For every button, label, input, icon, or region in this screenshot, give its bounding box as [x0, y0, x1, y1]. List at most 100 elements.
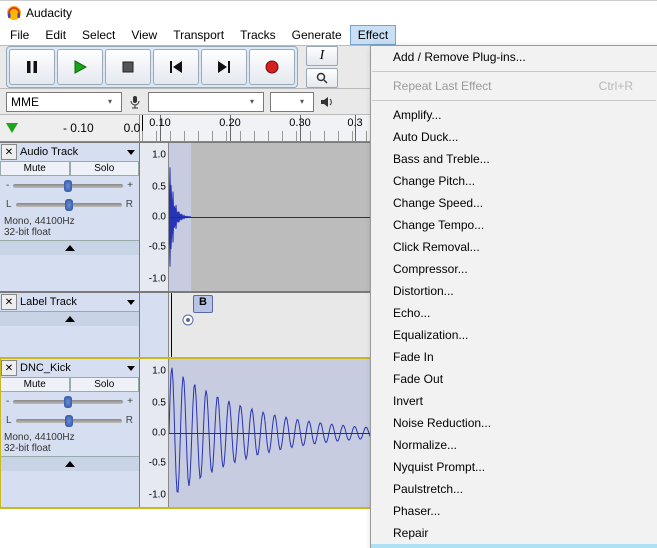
- transport-controls: [6, 46, 298, 88]
- audacity-window: Audacity FileEditSelectViewTransportTrac…: [0, 0, 657, 548]
- menu-item-label: Click Removal...: [393, 240, 480, 254]
- track-close-button[interactable]: ✕: [1, 360, 17, 376]
- menu-item-label: Compressor...: [393, 262, 468, 276]
- effect-item-fade-out[interactable]: Fade Out: [371, 368, 657, 390]
- speaker-icon: [320, 95, 334, 109]
- scale-label: 0.0: [152, 212, 166, 223]
- effect-item-normalize[interactable]: Normalize...: [371, 434, 657, 456]
- track-name[interactable]: Audio Track: [18, 145, 123, 159]
- menu-view[interactable]: View: [123, 25, 165, 45]
- track-name[interactable]: Label Track: [18, 295, 123, 309]
- audio-host-combo[interactable]: MME ▾: [6, 92, 122, 112]
- track-close-button[interactable]: ✕: [1, 294, 17, 310]
- menu-select[interactable]: Select: [74, 25, 123, 45]
- recording-channels-combo[interactable]: ▾: [270, 92, 314, 112]
- effect-item-compressor[interactable]: Compressor...: [371, 258, 657, 280]
- label-handle-icon[interactable]: [181, 313, 195, 327]
- record-button[interactable]: [249, 49, 295, 85]
- menu-effect[interactable]: Effect: [350, 25, 396, 45]
- menu-item-label: Change Speed...: [393, 196, 483, 210]
- menu-item-label: Add / Remove Plug-ins...: [393, 50, 526, 64]
- menu-shortcut: Ctrl+R: [599, 79, 633, 93]
- gain-slider[interactable]: [13, 184, 123, 188]
- ruler-tick-label: 0.20: [219, 117, 240, 129]
- menu-item-label: Change Pitch...: [393, 174, 475, 188]
- skip-start-button[interactable]: [153, 49, 199, 85]
- zoom-tool-button[interactable]: [306, 68, 338, 88]
- play-button[interactable]: [57, 49, 103, 85]
- scale-label: -1.0: [149, 274, 166, 285]
- menu-transport[interactable]: Transport: [165, 25, 232, 45]
- ruler-neg-label: - 0.10: [63, 121, 94, 135]
- menu-generate[interactable]: Generate: [284, 25, 350, 45]
- menu-item-label: Amplify...: [393, 108, 441, 122]
- track-format-info: Mono, 44100Hz32-bit float: [0, 430, 139, 456]
- ruler-tick-label: 0.10: [149, 117, 170, 129]
- effect-item-repair[interactable]: Repair: [371, 522, 657, 544]
- gain-slider[interactable]: [13, 400, 123, 404]
- effect-item-nyquist-prompt[interactable]: Nyquist Prompt...: [371, 456, 657, 478]
- track-collapse-button[interactable]: [0, 456, 139, 471]
- timeline-left: - 0.10 0.00: [0, 115, 140, 141]
- gain-plus: +: [127, 396, 133, 407]
- effect-item-invert[interactable]: Invert: [371, 390, 657, 412]
- scale-label: 1.0: [152, 365, 166, 376]
- effect-item-noise-reduction[interactable]: Noise Reduction...: [371, 412, 657, 434]
- effect-item-auto-duck[interactable]: Auto Duck...: [371, 126, 657, 148]
- solo-button[interactable]: Solo: [70, 161, 140, 176]
- track-menu-button[interactable]: [127, 150, 135, 155]
- solo-button[interactable]: Solo: [70, 377, 140, 392]
- scale-label: 0.5: [152, 182, 166, 193]
- effect-item-amplify[interactable]: Amplify...: [371, 104, 657, 126]
- menu-edit[interactable]: Edit: [37, 25, 74, 45]
- menu-item-label: Repair: [393, 526, 428, 540]
- effect-item-paulstretch[interactable]: Paulstretch...: [371, 478, 657, 500]
- selection-tool-button[interactable]: I: [306, 46, 338, 66]
- gain-minus: -: [6, 396, 9, 407]
- menu-item-label: Distortion...: [393, 284, 454, 298]
- track-collapse-button[interactable]: [0, 240, 139, 255]
- scale-label: 0.5: [152, 398, 166, 409]
- stop-button[interactable]: [105, 49, 151, 85]
- effect-item-fade-in[interactable]: Fade In: [371, 346, 657, 368]
- mute-button[interactable]: Mute: [0, 377, 70, 392]
- skip-end-button[interactable]: [201, 49, 247, 85]
- microphone-icon: [128, 95, 142, 109]
- track-close-button[interactable]: ✕: [1, 144, 17, 160]
- vertical-scale[interactable]: 1.00.50.0-0.5-1.0: [140, 143, 169, 291]
- pause-button[interactable]: [9, 49, 55, 85]
- menu-item-label: Noise Reduction...: [393, 416, 491, 430]
- playhead-marker-icon[interactable]: [6, 123, 18, 133]
- scale-label: -1.0: [149, 490, 166, 501]
- effect-item-click-removal[interactable]: Click Removal...: [371, 236, 657, 258]
- pan-slider[interactable]: [16, 203, 122, 207]
- effect-item-change-tempo[interactable]: Change Tempo...: [371, 214, 657, 236]
- effect-item-equalization[interactable]: Equalization...: [371, 324, 657, 346]
- mute-button[interactable]: Mute: [0, 161, 70, 176]
- pan-slider[interactable]: [16, 419, 122, 423]
- gain-plus: +: [127, 180, 133, 191]
- menu-item-label: Fade In: [393, 350, 434, 364]
- vertical-scale[interactable]: 1.00.50.0-0.5-1.0: [140, 359, 169, 507]
- effect-item-repeat[interactable]: Repeat...: [371, 544, 657, 548]
- effect-item-distortion[interactable]: Distortion...: [371, 280, 657, 302]
- effect-item-echo[interactable]: Echo...: [371, 302, 657, 324]
- label-marker[interactable]: B: [193, 295, 213, 313]
- pan-right-label: R: [126, 199, 133, 210]
- effect-item-change-speed[interactable]: Change Speed...: [371, 192, 657, 214]
- track-menu-button[interactable]: [127, 366, 135, 371]
- effect-item-phaser[interactable]: Phaser...: [371, 500, 657, 522]
- audio-host-value: MME: [11, 95, 103, 109]
- track-collapse-button[interactable]: [0, 311, 139, 326]
- effect-item-bass-and-treble[interactable]: Bass and Treble...: [371, 148, 657, 170]
- menu-tracks[interactable]: Tracks: [232, 25, 284, 45]
- menu-item-label: Paulstretch...: [393, 482, 463, 496]
- recording-device-combo[interactable]: ▾: [148, 92, 264, 112]
- track-name[interactable]: DNC_Kick: [18, 361, 123, 375]
- chevron-down-icon: ▾: [245, 97, 259, 106]
- menu-file[interactable]: File: [2, 25, 37, 45]
- track-menu-button[interactable]: [127, 300, 135, 305]
- effect-menu: Add / Remove Plug-ins...Repeat Last Effe…: [370, 45, 657, 548]
- effect-item-change-pitch[interactable]: Change Pitch...: [371, 170, 657, 192]
- effect-item-add-remove-plug-ins[interactable]: Add / Remove Plug-ins...: [371, 46, 657, 68]
